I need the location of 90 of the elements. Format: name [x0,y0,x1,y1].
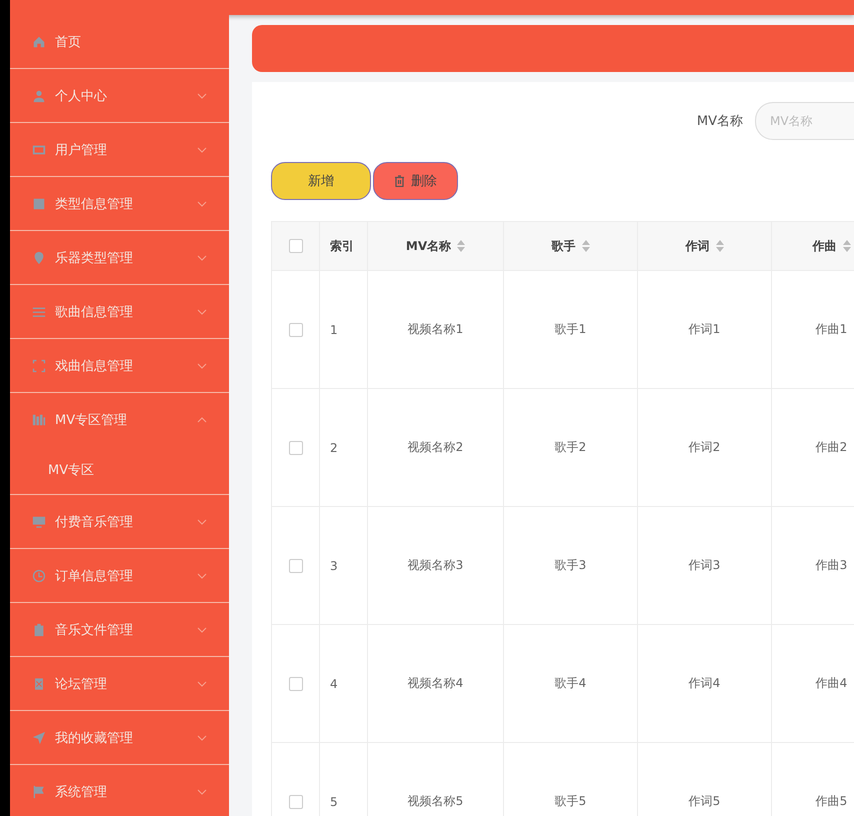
table-cell: 作曲1 [816,321,848,338]
column-header: 作曲 [812,238,836,254]
chevron-icon [197,416,207,422]
table-cell: 3 [330,558,338,572]
pin-icon [32,250,46,264]
table-cell: 4 [330,676,338,690]
sidebar-item[interactable]: 歌曲信息管理 [10,285,229,339]
table-cell: 作曲2 [816,439,848,456]
monitor-icon [32,514,46,528]
table-cell: 作词4 [688,675,720,692]
row-checkbox[interactable] [288,440,302,454]
row-checkbox[interactable] [288,558,302,572]
sort-icon[interactable] [716,240,724,252]
chevron-icon [197,626,207,632]
sidebar-item[interactable]: 付费音乐管理 [10,495,229,549]
send-icon [32,730,46,744]
clock-icon [32,568,46,582]
flag-icon [32,784,46,798]
column-header-cell[interactable]: 作曲 [772,222,854,270]
table-cell: 视频名称3 [408,557,464,574]
search-label: MV名称 [696,113,743,130]
sidebar-item[interactable]: 订单信息管理 [10,549,229,603]
column-header-cell[interactable]: 歌手 [504,222,638,270]
chevron-icon [197,788,207,794]
sidebar-item[interactable]: 音乐文件管理 [10,603,229,657]
card-icon [32,142,46,156]
user-icon [32,88,46,102]
table-cell: 歌手2 [554,439,586,456]
table-cell: 作词2 [688,439,720,456]
column-header: 索引 [330,238,354,254]
sidebar-item[interactable]: 系统管理 [10,765,229,816]
table-cell: 视频名称5 [408,793,464,810]
table-cell: 歌手5 [554,793,586,810]
row-checkbox[interactable] [288,676,302,690]
clipboard-icon [32,622,46,636]
sliders-icon [32,304,46,318]
table-cell: 作词1 [688,321,720,338]
chevron-icon [197,362,207,368]
sidebar-item[interactable]: 类型信息管理 [10,177,229,231]
chevron-icon [197,734,207,740]
table-cell: 作曲5 [816,793,848,810]
home-icon [32,34,46,48]
sidebar-item[interactable]: 首页 [10,15,229,69]
table-cell: 2 [330,440,338,454]
column-header: 作词 [686,238,710,254]
table-cell: 视频名称2 [408,439,464,456]
sidebar-item[interactable]: 论坛管理 [10,657,229,711]
search-field[interactable]: MV名称 [755,102,854,140]
sort-icon[interactable] [457,240,466,252]
chevron-icon [197,254,207,260]
sidebar-item[interactable]: 乐器类型管理 [10,231,229,285]
table-cell: 5 [330,794,338,808]
table-cell: 作词3 [688,557,720,574]
table-cell: 作词5 [688,793,720,810]
trash-icon [394,175,405,187]
column-header: MV名称 [406,238,452,254]
sidebar-subitem[interactable]: MV专区 [10,446,229,494]
sidebar-item[interactable]: 戏曲信息管理 [10,339,229,393]
chevron-icon [197,572,207,578]
bars-icon [32,412,46,426]
sort-icon[interactable] [582,240,590,252]
add-button[interactable]: 新增 [271,162,371,200]
sidebar-item[interactable]: 我的收藏管理 [10,711,229,765]
table-cell: 视频名称4 [408,675,464,692]
table-cell: 歌手1 [554,321,586,338]
chevron-icon [197,146,207,152]
table-cell: 视频名称1 [408,321,464,338]
column-header: 歌手 [552,238,576,254]
chevron-icon [197,92,207,98]
chevron-icon [197,518,207,524]
document-icon [32,676,46,690]
row-checkbox[interactable] [288,794,302,808]
delete-button[interactable]: 删除 [373,162,458,200]
chevron-icon [197,308,207,314]
table-cell: 歌手3 [554,557,586,574]
table-cell: 作曲4 [816,675,848,692]
sidebar-item[interactable]: 个人中心 [10,69,229,123]
table-cell: 作曲3 [816,557,848,574]
column-header-cell[interactable]: MV名称 [368,222,504,270]
column-header-cell[interactable]: 作词 [638,222,772,270]
sidebar-item[interactable]: MV专区管理 [10,393,229,446]
sort-icon[interactable] [842,240,850,252]
table-cell: 1 [330,322,338,336]
chevron-icon [197,200,207,206]
chevron-icon [197,680,207,686]
row-checkbox[interactable] [288,322,302,336]
frame-icon [32,358,46,372]
select-all-checkbox[interactable] [288,239,302,253]
table-cell: 歌手4 [554,675,586,692]
sidebar-item[interactable]: 用户管理 [10,123,229,177]
